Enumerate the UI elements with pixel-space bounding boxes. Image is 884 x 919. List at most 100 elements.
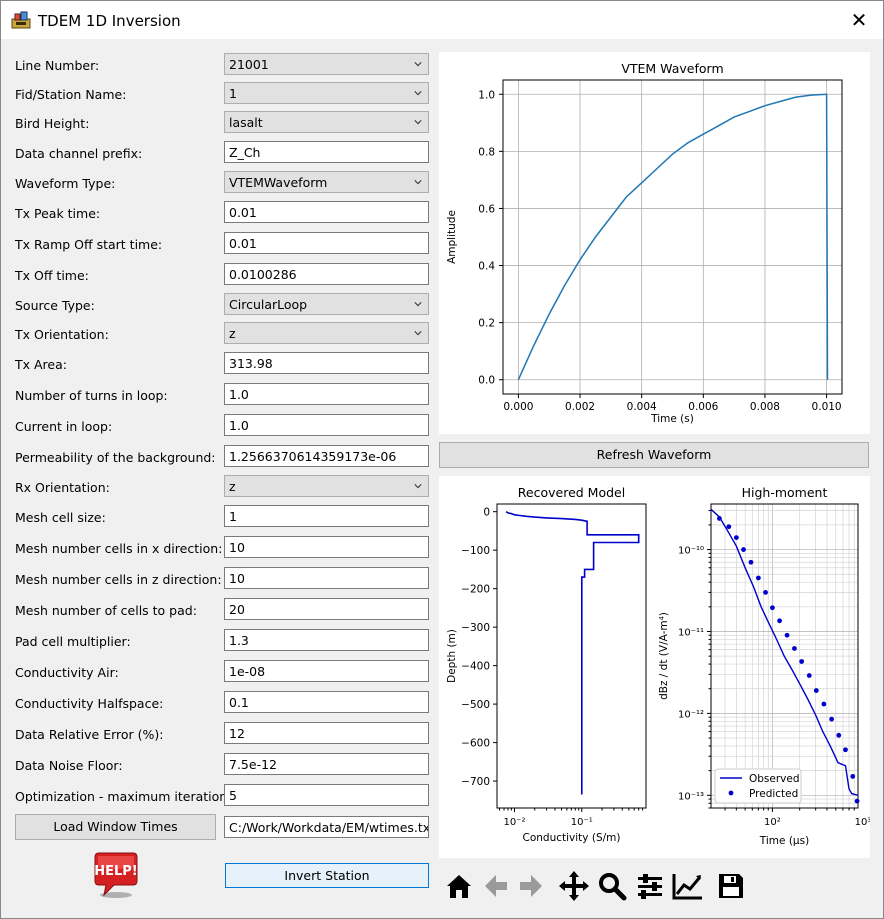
form-row: Conductivity Air: 1e-08 bbox=[0, 660, 440, 686]
chevron-down-icon bbox=[414, 331, 422, 336]
field-value: 12 bbox=[229, 726, 245, 741]
save-icon[interactable] bbox=[717, 872, 745, 900]
text-input[interactable]: 10 bbox=[224, 536, 429, 558]
predicted-point bbox=[784, 632, 790, 638]
predicted-point bbox=[748, 559, 754, 565]
field-label: Tx Orientation: bbox=[15, 327, 109, 342]
text-input[interactable]: 0.0100286 bbox=[224, 263, 429, 285]
x-tick-label: 10⁻¹ bbox=[571, 817, 593, 828]
predicted-point bbox=[813, 688, 819, 693]
form-row: Current in loop: 1.0 bbox=[0, 414, 440, 440]
text-input[interactable]: 5 bbox=[224, 784, 429, 806]
field-value: 21001 bbox=[229, 57, 269, 72]
waveform-plot-panel[interactable]: 0.000 0.002 0.004 0.006 0.008 0.010 0.0 0.2 0.4 0… bbox=[439, 52, 870, 434]
dropdown-select[interactable]: z bbox=[224, 475, 429, 497]
field-label: Tx Area: bbox=[15, 357, 67, 372]
legend-predicted-label: Predicted bbox=[749, 788, 798, 800]
field-label: Conductivity Halfspace: bbox=[15, 696, 164, 711]
predicted-point bbox=[854, 798, 860, 804]
text-input[interactable]: 1.2566370614359173e-06 bbox=[224, 445, 429, 467]
text-input[interactable]: 1.3 bbox=[224, 629, 429, 651]
x-axis-label: Time (μs) bbox=[759, 835, 809, 847]
predicted-point bbox=[733, 535, 739, 540]
form-row: Rx Orientation: z bbox=[0, 475, 440, 501]
edit-axis-icon[interactable] bbox=[672, 872, 704, 900]
text-input[interactable]: 7.5e-12 bbox=[224, 753, 429, 775]
y-tick-label: −400 bbox=[461, 661, 490, 673]
form-row: Fid/Station Name: 1 bbox=[0, 82, 440, 108]
text-input[interactable]: 1.0 bbox=[224, 414, 429, 436]
dropdown-select[interactable]: CircularLoop bbox=[224, 293, 429, 315]
field-label: Line Number: bbox=[15, 58, 100, 73]
y-tick-label: 0.6 bbox=[478, 203, 495, 215]
field-label: Waveform Type: bbox=[15, 176, 116, 191]
text-input[interactable]: 1e-08 bbox=[224, 660, 429, 682]
text-input[interactable]: 1 bbox=[224, 505, 429, 527]
field-label: Number of turns in loop: bbox=[15, 388, 168, 403]
field-value: lasalt bbox=[229, 115, 263, 130]
back-arrow-icon[interactable] bbox=[482, 872, 510, 900]
dropdown-select[interactable]: 21001 bbox=[224, 53, 429, 75]
text-input[interactable]: 313.98 bbox=[224, 352, 429, 374]
forward-arrow-icon[interactable] bbox=[517, 872, 545, 900]
load-window-times-label: Load Window Times bbox=[53, 819, 178, 834]
chart-title: High-moment bbox=[742, 485, 828, 500]
field-value: 10 bbox=[229, 571, 245, 586]
close-icon[interactable]: ✕ bbox=[847, 8, 871, 32]
plot-frame bbox=[496, 503, 647, 809]
x-tick-label: 10³ bbox=[855, 817, 870, 828]
pan-icon[interactable] bbox=[558, 870, 590, 902]
chevron-down-icon bbox=[414, 120, 422, 125]
y-tick-label: −700 bbox=[461, 776, 490, 788]
home-icon[interactable] bbox=[444, 872, 474, 900]
results-plot-panel[interactable]: 0 −100 −200 −300 −400 −500 −600 −700 10⁻² 10⁻¹ Rec… bbox=[439, 476, 870, 858]
text-input[interactable]: 1.0 bbox=[224, 383, 429, 405]
form-row: Tx Off time: 0.0100286 bbox=[0, 263, 440, 289]
dropdown-select[interactable]: lasalt bbox=[224, 111, 429, 133]
invert-station-button[interactable]: Invert Station bbox=[225, 863, 429, 888]
x-tick-label: 10² bbox=[764, 817, 781, 828]
predicted-point bbox=[829, 716, 835, 722]
form-row: Conductivity Halfspace: 0.1 bbox=[0, 691, 440, 717]
y-tick-label: 10⁻¹³ bbox=[678, 791, 704, 802]
predicted-point bbox=[763, 590, 768, 595]
zoom-icon[interactable] bbox=[597, 871, 627, 901]
dropdown-select[interactable]: 1 bbox=[224, 82, 429, 104]
text-input[interactable]: 12 bbox=[224, 722, 429, 744]
text-input[interactable]: 0.01 bbox=[224, 232, 429, 254]
y-axis-label: Amplitude bbox=[446, 210, 458, 264]
field-value: 10 bbox=[229, 540, 245, 555]
text-input[interactable]: 0.1 bbox=[224, 691, 429, 713]
chart-title: Recovered Model bbox=[518, 485, 625, 500]
field-value: 0.0100286 bbox=[229, 267, 297, 282]
predicted-point bbox=[726, 524, 732, 530]
form-row: Source Type: CircularLoop bbox=[0, 293, 440, 319]
waveform-chart: 0.000 0.002 0.004 0.006 0.008 0.010 0.0 0.2 0.4 0… bbox=[446, 61, 843, 425]
y-tick-label: 0.8 bbox=[478, 146, 495, 158]
help-button[interactable]: HELP! bbox=[92, 851, 140, 899]
window-times-path-value: C:/Work/Workdata/EM/wtimes.txt bbox=[229, 820, 429, 835]
text-input[interactable]: 10 bbox=[224, 567, 429, 589]
y-tick-label: 10⁻¹¹ bbox=[678, 627, 704, 638]
dropdown-select[interactable]: z bbox=[224, 322, 429, 344]
window-times-path-field[interactable]: C:/Work/Workdata/EM/wtimes.txt bbox=[224, 816, 429, 838]
subplots-config-icon[interactable] bbox=[635, 872, 665, 900]
text-input[interactable]: 0.01 bbox=[224, 201, 429, 223]
form-row: Permeability of the background: 1.2566370… bbox=[0, 445, 440, 471]
refresh-waveform-button[interactable]: Refresh Waveform bbox=[439, 442, 869, 468]
x-axis-label: Time (s) bbox=[650, 413, 694, 425]
form-row: Tx Area: 313.98 bbox=[0, 352, 440, 378]
text-input[interactable]: 20 bbox=[224, 598, 429, 620]
load-window-times-button[interactable]: Load Window Times bbox=[15, 814, 216, 840]
chart-title: VTEM Waveform bbox=[621, 61, 723, 76]
field-label: Optimization - maximum iterations: bbox=[15, 789, 238, 804]
y-axis-label: dBz / dt (V/A-m⁴) bbox=[658, 612, 670, 700]
predicted-point bbox=[821, 701, 827, 707]
form-row: Bird Height: lasalt bbox=[0, 111, 440, 137]
text-input[interactable]: Z_Ch bbox=[224, 141, 429, 163]
y-tick-label: 0 bbox=[483, 507, 490, 519]
recovered-model-chart: 0 −100 −200 −300 −400 −500 −600 −700 10⁻² 10⁻¹ Rec… bbox=[446, 485, 870, 847]
dropdown-select[interactable]: VTEMWaveform bbox=[224, 171, 429, 193]
field-value: 1.0 bbox=[229, 387, 249, 402]
form-row: Number of turns in loop: 1.0 bbox=[0, 383, 440, 409]
